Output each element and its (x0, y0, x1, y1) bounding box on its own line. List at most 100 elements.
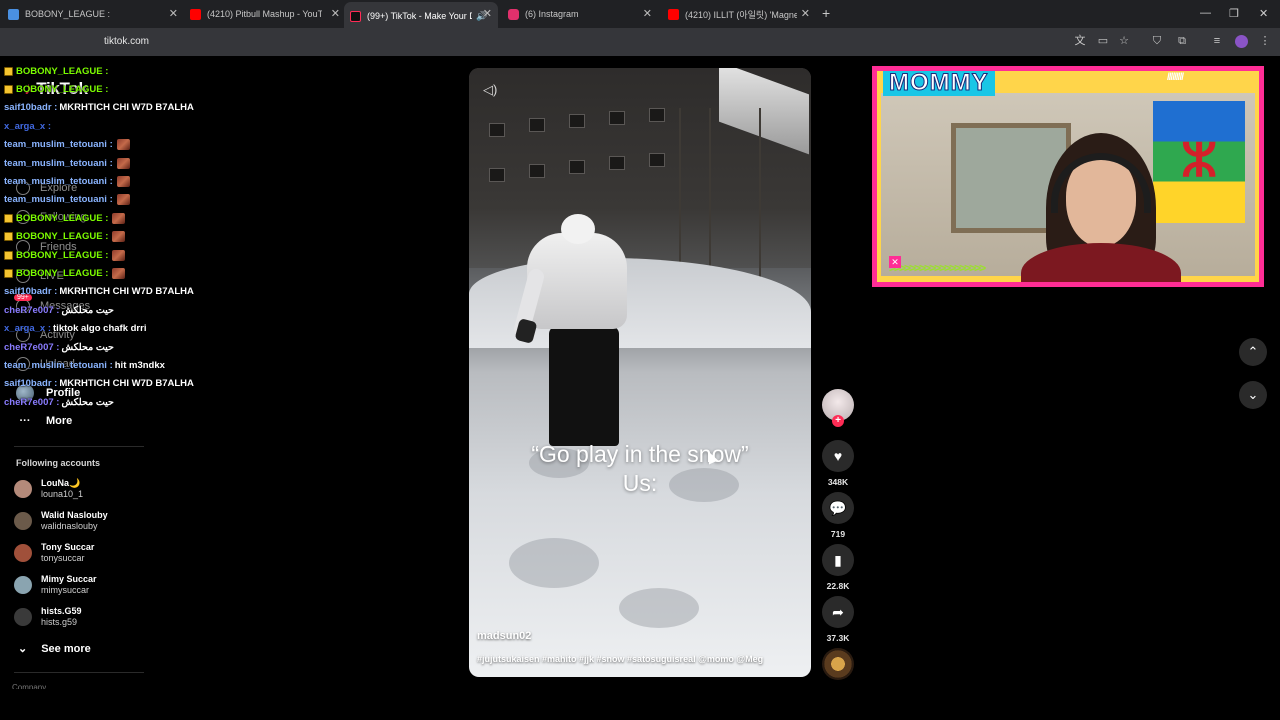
tab-title: (4210) ILLIT (아일릿) 'Magnetic' (685, 9, 797, 20)
account-avatar (14, 480, 32, 498)
video-person-legs (549, 326, 619, 446)
video-footprint (619, 588, 699, 628)
tab-close-icon[interactable]: ✕ (169, 7, 178, 20)
account-avatar (14, 544, 32, 562)
chat-username: team_muslim_tetouani : (4, 176, 113, 188)
chat-line: BOBONY_LEAGUE : (4, 228, 234, 246)
chat-line: saif10badr : MKRHTICH CHI W7D B7ALHA (4, 283, 234, 301)
tab-close-icon[interactable]: ✕ (643, 7, 652, 20)
chat-message: حيت محلكش (61, 396, 114, 408)
tab-close-icon[interactable]: ✕ (801, 7, 810, 20)
instagram-icon (508, 8, 519, 20)
maximize-button[interactable]: ❐ (1229, 7, 1239, 20)
chat-line: team_muslim_tetouani : (4, 136, 234, 154)
tab-title: (6) Instagram (525, 9, 579, 19)
chat-username: cheR7e007 : (4, 304, 60, 316)
like-action[interactable]: ♥ 348K (822, 440, 854, 487)
video-window (489, 168, 505, 182)
account-handle: mimysuccar (41, 585, 90, 595)
browser-tab-active[interactable]: (99+) TikTok - Make Your Day 🔊 ✕ (344, 2, 498, 28)
chat-emote-icon (116, 194, 130, 206)
caption-line: Us: (622, 470, 658, 496)
translate-icon[interactable]: 文 (1073, 34, 1087, 48)
chat-username: x_arga_x : (4, 120, 52, 132)
video-hashtags[interactable]: #jujutsukaisen #mahito #jjk #snow #satos… (477, 654, 763, 664)
menu-kebab-icon[interactable]: ⋮ (1258, 34, 1272, 48)
chat-badge-icon (4, 232, 13, 242)
tab-title: (4210) Pitbull Mashup - YouTube (207, 9, 322, 19)
chat-line: team_muslim_tetouani : (4, 172, 234, 190)
address-bar: tiktok.com (0, 28, 1280, 56)
video-window (529, 118, 545, 132)
account-name: Mimy Succar (41, 574, 97, 584)
video-window (649, 108, 665, 122)
amazigh-flag: ⵣ (1153, 101, 1245, 223)
nav-more[interactable]: ··· More (16, 415, 73, 427)
chat-badge-icon (4, 213, 13, 223)
volume-icon[interactable]: ◁) (483, 82, 497, 98)
bookmark-icon[interactable]: ▮ (822, 544, 854, 576)
share-action[interactable]: ➦ 37.3K (822, 596, 854, 643)
share-count: 37.3K (826, 633, 850, 643)
following-account[interactable]: Mimy Succar mimysuccar (14, 574, 97, 596)
browser-tab[interactable]: BOBONY_LEAGUE : ✕ (8, 4, 178, 24)
chat-message: hit m3ndkx (114, 359, 165, 371)
cast-icon[interactable]: ▭ (1096, 34, 1110, 48)
chat-username: BOBONY_LEAGUE : (16, 65, 109, 77)
account-name: hists.G59 (41, 606, 82, 616)
browser-tab[interactable]: (4210) Pitbull Mashup - YouTube ✕ (190, 4, 340, 24)
chevron-down-icon: ⌄ (18, 643, 28, 655)
new-tab-button[interactable]: + (822, 5, 830, 21)
video-caption: “Go play in the snow” Us: (469, 440, 811, 498)
chat-line: BOBONY_LEAGUE : (4, 80, 234, 98)
chat-username: cheR7e007 : (4, 396, 60, 408)
see-more-label: See more (41, 642, 91, 655)
video-window (609, 156, 625, 170)
see-more-button[interactable]: ⌄ See more (18, 642, 91, 656)
shield-icon[interactable]: ⛉ (1150, 34, 1164, 48)
follow-button[interactable]: + (832, 415, 844, 427)
chat-message: حيت محلكش (61, 341, 114, 353)
save-count: 22.8K (826, 581, 850, 591)
tab-close-icon[interactable]: ✕ (331, 7, 340, 20)
browser-profile-avatar[interactable] (1235, 35, 1248, 48)
account-name: LouNa🌙 (41, 478, 81, 488)
following-account[interactable]: hists.G59 hists.g59 (14, 606, 82, 628)
heart-icon[interactable]: ♥ (822, 440, 854, 472)
chat-line: team_muslim_tetouani : hit m3ndkx (4, 356, 234, 374)
following-account[interactable]: Tony Succar tonysuccar (14, 542, 94, 564)
chat-line: BOBONY_LEAGUE : (4, 62, 234, 80)
chat-username: team_muslim_tetouani : (4, 359, 113, 371)
sidebar-divider (14, 672, 144, 673)
chat-line: cheR7e007 : حيت محلكش (4, 338, 234, 356)
following-account[interactable]: LouNa🌙 louna10_1 (14, 478, 83, 500)
chat-username: BOBONY_LEAGUE : (16, 84, 109, 96)
video-player[interactable]: ◁) “Go play in the snow” Us: madsun02 #j… (469, 68, 811, 677)
url-field[interactable]: tiktok.com (104, 36, 149, 47)
chat-username: saif10badr : (4, 286, 58, 298)
youtube-icon (668, 8, 679, 20)
save-action[interactable]: ▮ 22.8K (822, 544, 854, 591)
close-window-button[interactable]: ✕ (1259, 7, 1268, 20)
following-account[interactable]: Walid Naslouby walidnaslouby (14, 510, 108, 532)
comment-action[interactable]: 💬 719 (822, 492, 854, 539)
share-icon[interactable]: ➦ (822, 596, 854, 628)
minimize-button[interactable]: — (1200, 7, 1211, 19)
account-handle: hists.g59 (41, 617, 78, 627)
music-disc-icon[interactable] (822, 648, 854, 680)
comment-icon[interactable]: 💬 (822, 492, 854, 524)
account-name: Walid Naslouby (41, 510, 108, 520)
bookmark-star-icon[interactable]: ☆ (1117, 34, 1131, 48)
arrows-decoration: >>>>>>>>>>>>>>>>>>> (889, 261, 986, 275)
chat-emote-icon (112, 249, 126, 261)
browser-tab[interactable]: (4210) ILLIT (아일릿) 'Magnetic' ✕ (668, 4, 810, 24)
extensions-icon[interactable]: ⧉ (1175, 34, 1189, 48)
account-handle: louna10_1 (41, 489, 84, 499)
tab-close-icon[interactable]: ✕ (483, 7, 492, 20)
chat-emote-icon (112, 212, 126, 224)
chevron-up-icon[interactable]: ⌃ (1239, 338, 1267, 366)
chevron-down-icon[interactable]: ⌄ (1239, 381, 1267, 409)
media-icon[interactable]: ≡ (1210, 34, 1224, 48)
browser-tab[interactable]: (6) Instagram ✕ (508, 4, 652, 24)
video-author[interactable]: madsun02 (477, 630, 531, 642)
